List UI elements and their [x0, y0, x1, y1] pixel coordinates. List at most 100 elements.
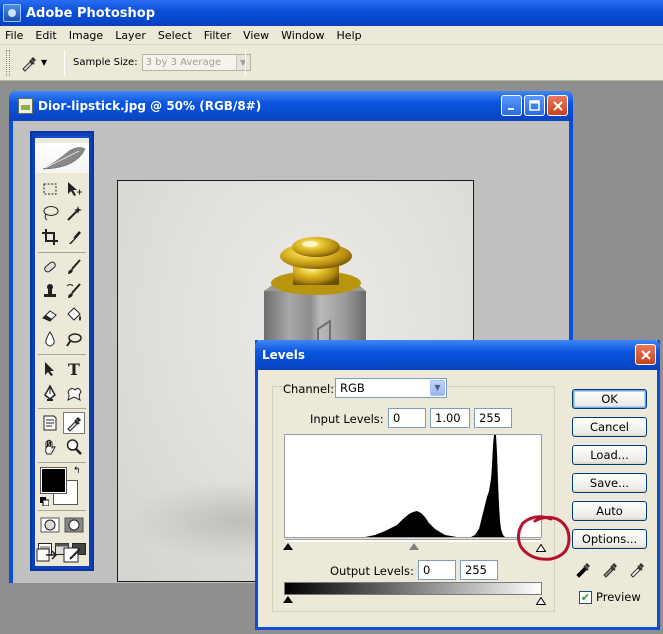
notes-tool-icon[interactable]: [39, 412, 61, 434]
crop-tool-icon[interactable]: [39, 226, 61, 248]
checkmark-icon: ✔: [580, 591, 591, 604]
output-white-field[interactable]: 255: [460, 560, 498, 580]
close-button[interactable]: [547, 95, 568, 116]
levels-dialog: Levels Channel: RGB ▼ Input Levels: 0 1.…: [255, 340, 660, 630]
toolbox-divider: [38, 462, 86, 463]
menu-layer[interactable]: Layer: [109, 29, 152, 42]
ok-button[interactable]: OK: [572, 389, 647, 409]
cancel-button[interactable]: Cancel: [572, 417, 647, 437]
menu-help[interactable]: Help: [331, 29, 368, 42]
sample-size-label: Sample Size:: [73, 57, 138, 68]
minimize-button[interactable]: [501, 95, 522, 116]
histogram: [284, 434, 542, 538]
red-annotation-circle: [516, 515, 571, 561]
menu-edit[interactable]: Edit: [29, 29, 62, 42]
chevron-down-icon: ▼: [41, 58, 48, 67]
toolbox-divider: [38, 408, 86, 409]
toolbox-divider: [38, 252, 86, 253]
input-black-field[interactable]: 0: [388, 408, 426, 428]
document-titlebar[interactable]: Dior-lipstick.jpg @ 50% (RGB/8#): [9, 91, 573, 121]
histogram-graph: [285, 435, 541, 537]
toolbox-header[interactable]: [35, 136, 89, 138]
eraser-tool-icon[interactable]: [39, 304, 61, 326]
healing-brush-tool-icon[interactable]: [39, 256, 61, 278]
levels-close-button[interactable]: [635, 344, 656, 365]
levels-dialog-title: Levels: [262, 348, 306, 362]
menu-view[interactable]: View: [237, 29, 275, 42]
history-brush-tool-icon[interactable]: [63, 280, 85, 302]
save-button[interactable]: Save...: [572, 473, 647, 493]
standard-mode-icon[interactable]: [39, 514, 61, 536]
marquee-tool-icon[interactable]: [39, 178, 61, 200]
path-selection-tool-icon[interactable]: [39, 358, 61, 380]
load-button[interactable]: Load...: [572, 445, 647, 465]
adobe-feather-logo[interactable]: [35, 143, 89, 173]
input-gamma-slider[interactable]: [409, 543, 419, 550]
minimize-icon: [507, 107, 514, 110]
lasso-tool-icon[interactable]: [39, 202, 61, 224]
levels-titlebar[interactable]: Levels: [255, 340, 660, 370]
set-black-point-eyedropper-icon[interactable]: [573, 559, 593, 579]
zoom-tool-icon[interactable]: [63, 436, 85, 458]
menu-file[interactable]: File: [0, 29, 29, 42]
brush-tool-icon[interactable]: [63, 256, 85, 278]
app-titlebar: Adobe Photoshop: [0, 0, 663, 26]
preview-checkbox[interactable]: ✔: [579, 591, 592, 604]
close-icon: [552, 100, 563, 111]
custom-shape-tool-icon[interactable]: [63, 382, 85, 404]
auto-button[interactable]: Auto: [572, 501, 647, 521]
default-colors-icon[interactable]: [40, 496, 50, 507]
edit-in-other-app-icon[interactable]: [62, 545, 84, 565]
preview-label: Preview: [596, 590, 641, 604]
set-gray-point-eyedropper-icon[interactable]: [600, 559, 620, 579]
swap-colors-icon[interactable]: ↰: [73, 466, 81, 476]
tool-preset-picker[interactable]: ▼: [20, 54, 60, 72]
hand-tool-icon[interactable]: [39, 436, 61, 458]
eyedropper-icon: [22, 56, 36, 72]
pen-tool-icon[interactable]: [39, 382, 61, 404]
sample-size-value: 3 by 3 Average: [145, 57, 222, 68]
output-gradient-bar: [284, 582, 542, 595]
dodge-tool-icon[interactable]: [63, 328, 85, 350]
input-black-slider[interactable]: [283, 543, 293, 550]
channel-label: Channel:: [283, 382, 335, 396]
document-title: Dior-lipstick.jpg @ 50% (RGB/8#): [38, 99, 262, 113]
toolbox-palette: T ↰: [30, 131, 94, 571]
maximize-button[interactable]: [524, 95, 545, 116]
output-white-slider[interactable]: [535, 595, 547, 605]
set-white-point-eyedropper-icon[interactable]: [627, 559, 647, 579]
channel-select[interactable]: RGB ▼: [335, 378, 447, 398]
menu-filter[interactable]: Filter: [198, 29, 237, 42]
options-bar: ▼ Sample Size: 3 by 3 Average ▼: [0, 45, 663, 81]
menu-image[interactable]: Image: [63, 29, 109, 42]
foreground-color-swatch[interactable]: [40, 467, 67, 494]
input-white-field[interactable]: 255: [474, 408, 512, 428]
separator: [64, 49, 65, 76]
menu-select[interactable]: Select: [152, 29, 198, 42]
paint-bucket-tool-icon[interactable]: [63, 304, 85, 326]
app-title: Adobe Photoshop: [26, 5, 156, 21]
options-bar-grip[interactable]: [6, 49, 10, 76]
document-icon: [18, 98, 33, 114]
output-black-slider[interactable]: [283, 596, 293, 603]
options-button[interactable]: Options...: [572, 529, 647, 549]
jump-to-imageready-icon[interactable]: [36, 545, 58, 565]
quick-mask-mode-icon[interactable]: [63, 514, 85, 536]
menubar: File Edit Image Layer Select Filter View…: [0, 26, 663, 45]
clone-stamp-tool-icon[interactable]: [39, 280, 61, 302]
toolbox-divider: [38, 354, 86, 355]
sample-size-select[interactable]: 3 by 3 Average ▼: [141, 54, 251, 71]
magic-wand-tool-icon[interactable]: [63, 202, 85, 224]
input-gamma-field[interactable]: 1.00: [430, 408, 470, 428]
eyedropper-tool-icon[interactable]: [63, 412, 85, 434]
toolbox-divider: [38, 510, 86, 511]
menu-window[interactable]: Window: [275, 29, 330, 42]
input-slider-track[interactable]: [285, 539, 541, 542]
maximize-icon: [529, 100, 540, 111]
move-tool-icon[interactable]: [63, 178, 85, 200]
type-tool-icon[interactable]: T: [63, 358, 85, 380]
output-black-field[interactable]: 0: [418, 560, 456, 580]
chevron-down-icon: ▼: [235, 55, 250, 70]
blur-tool-icon[interactable]: [39, 328, 61, 350]
slice-tool-icon[interactable]: [63, 226, 85, 248]
